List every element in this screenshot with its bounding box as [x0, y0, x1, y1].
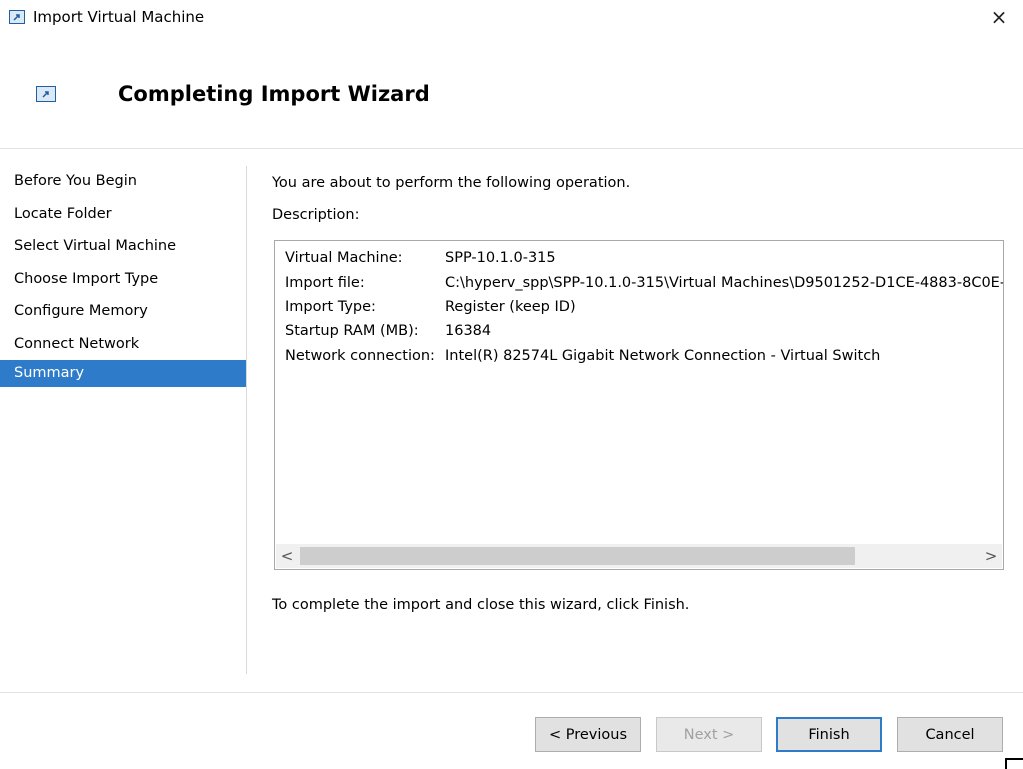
summary-value: SPP-10.1.0-315 — [445, 250, 556, 266]
summary-key: Virtual Machine: — [285, 250, 403, 266]
previous-button[interactable]: < Previous — [535, 717, 641, 752]
resize-grip-icon — [1005, 758, 1023, 769]
scroll-right-icon[interactable]: > — [980, 544, 1002, 568]
page-title: Completing Import Wizard — [118, 82, 430, 106]
summary-row: Import file: C:\hyperv_spp\SPP-10.1.0-315… — [285, 271, 1004, 295]
summary-value: 16384 — [445, 323, 492, 339]
summary-key: Startup RAM (MB): — [285, 323, 419, 339]
close-icon: × — [990, 5, 1008, 29]
summary-key: Network connection: — [285, 348, 435, 364]
next-button[interactable]: Next > — [656, 717, 762, 752]
nav-item-locate-folder[interactable]: Locate Folder — [0, 198, 246, 231]
nav-item-connect-network[interactable]: Connect Network — [0, 328, 246, 361]
nav-item-configure-memory[interactable]: Configure Memory — [0, 295, 246, 328]
summary-key: Import Type: — [285, 299, 376, 315]
nav-item-choose-import-type[interactable]: Choose Import Type — [0, 263, 246, 296]
completion-instructions: To complete the import and close this wi… — [272, 597, 690, 613]
summary-value: Register (keep ID) — [445, 299, 576, 315]
description-label: Description: — [272, 207, 360, 223]
nav-divider — [246, 166, 247, 674]
summary-row: Import Type: Register (keep ID) — [285, 295, 576, 319]
summary-textbox[interactable]: Virtual Machine: SPP-10.1.0-315 Import fi… — [274, 240, 1004, 570]
wizard-header: Completing Import Wizard — [0, 36, 1023, 149]
footer-divider — [0, 692, 1023, 693]
summary-key: Import file: — [285, 275, 365, 291]
nav-item-before-you-begin[interactable]: Before You Begin — [0, 165, 246, 198]
wizard-steps-nav: Before You Begin Locate Folder Select Vi… — [0, 165, 246, 387]
nav-item-summary[interactable]: Summary — [0, 360, 246, 387]
intro-text: You are about to perform the following o… — [272, 175, 631, 191]
cancel-button[interactable]: Cancel — [897, 717, 1003, 752]
nav-item-select-virtual-machine[interactable]: Select Virtual Machine — [0, 230, 246, 263]
horizontal-scrollbar[interactable]: < > — [276, 544, 1002, 568]
title-bar: Import Virtual Machine × — [0, 0, 1023, 36]
summary-row: Startup RAM (MB): 16384 — [285, 319, 491, 343]
close-button[interactable]: × — [985, 4, 1013, 30]
summary-value: Intel(R) 82574L Gigabit Network Connecti… — [445, 348, 881, 364]
finish-button[interactable]: Finish — [776, 717, 882, 752]
summary-value: C:\hyperv_spp\SPP-10.1.0-315\Virtual Mac… — [445, 275, 1004, 291]
import-wizard-icon — [36, 86, 56, 102]
window-title: Import Virtual Machine — [33, 8, 205, 26]
summary-row: Virtual Machine: SPP-10.1.0-315 — [285, 246, 556, 270]
scroll-thumb[interactable] — [300, 547, 855, 565]
scroll-left-icon[interactable]: < — [276, 544, 298, 568]
import-vm-icon — [9, 10, 25, 24]
summary-row: Network connection: Intel(R) 82574L Gigab… — [285, 344, 880, 368]
